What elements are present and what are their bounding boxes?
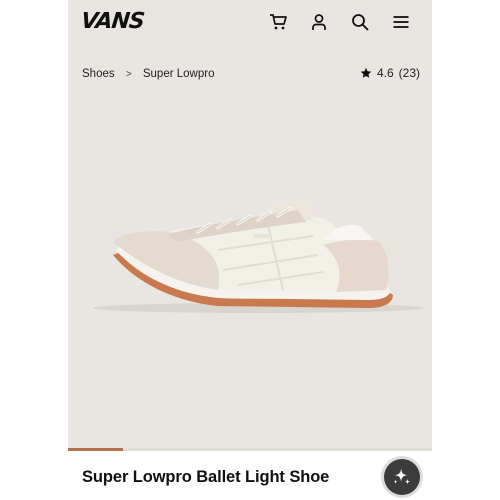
product-rating[interactable]: 4.6 (23)	[360, 66, 420, 80]
product-page: VANS Shoes > Super Lowpro 4.6 (23) Super…	[68, 0, 432, 500]
vans-logo[interactable]: VANS	[80, 9, 145, 34]
cart-icon[interactable]	[268, 12, 288, 32]
search-icon[interactable]	[350, 12, 370, 32]
menu-icon[interactable]	[391, 12, 411, 32]
ai-assistant-button[interactable]	[384, 459, 420, 495]
sparkle-icon	[393, 468, 411, 485]
product-image-shoe[interactable]	[68, 150, 432, 350]
product-title: Super Lowpro Ballet Light Shoe	[82, 468, 330, 486]
star-icon	[360, 67, 372, 78]
rating-value: 4.6	[376, 66, 394, 80]
review-count: (23)	[398, 66, 420, 80]
account-icon[interactable]	[309, 12, 329, 32]
site-header: VANS	[68, 0, 432, 46]
breadcrumb-current[interactable]: Super Lowpro	[143, 68, 215, 80]
product-title-bar: Super Lowpro Ballet Light Shoe	[68, 451, 432, 500]
chevron-right-icon: >	[125, 68, 132, 80]
breadcrumb-link-shoes[interactable]: Shoes	[82, 68, 115, 80]
breadcrumb: Shoes > Super Lowpro	[82, 68, 214, 80]
